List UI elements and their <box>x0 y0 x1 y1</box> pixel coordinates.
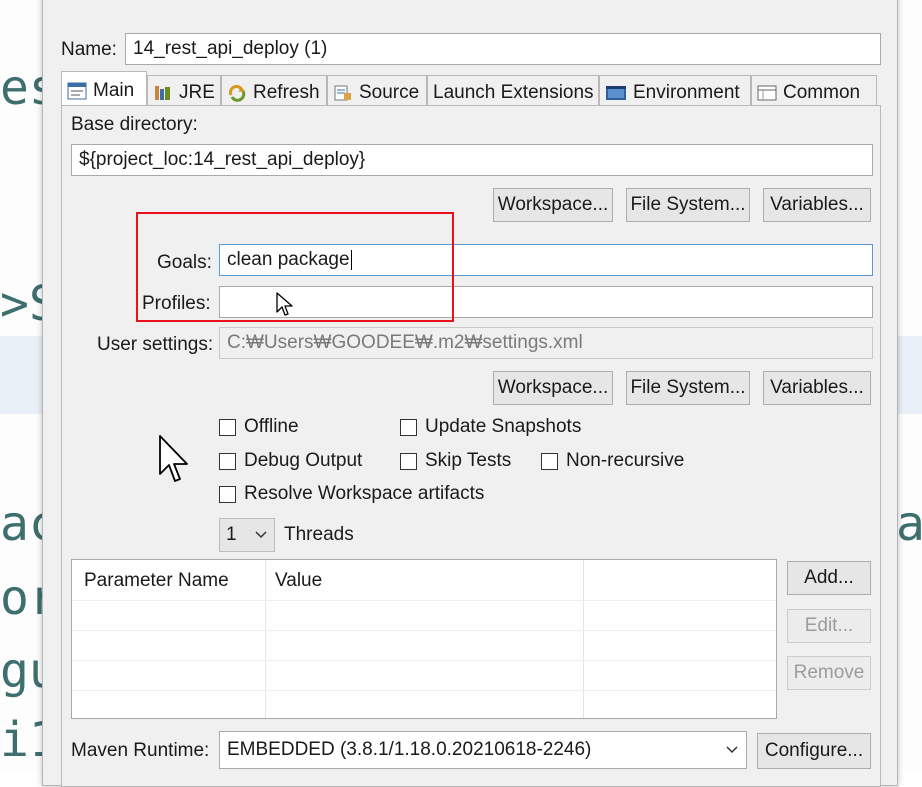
non-recursive-checkbox[interactable]: Non-recursive <box>541 450 684 472</box>
base-directory-label: Base directory: <box>71 114 198 135</box>
mouse-pointer-icon <box>276 292 293 316</box>
code-fragment: a <box>896 496 922 552</box>
column-header-value[interactable]: Value <box>275 570 322 592</box>
row-divider <box>72 660 776 661</box>
column-divider <box>265 560 266 718</box>
name-input[interactable]: 14_rest_api_deploy (1) <box>125 33 881 65</box>
main-tab-icon <box>67 82 87 100</box>
tab-launch-extensions[interactable]: Launch Extensions <box>427 75 599 109</box>
row-divider <box>72 630 776 631</box>
launch-configuration-dialog: Name: 14_rest_api_deploy (1) Main JRE Re… <box>42 0 898 787</box>
update-snapshots-checkbox[interactable]: Update Snapshots <box>400 416 581 438</box>
maven-runtime-value: EMBEDDED (3.8.1/1.18.0.20210618-2246) <box>227 739 592 760</box>
checkbox-box[interactable] <box>400 418 417 436</box>
user-settings-label: User settings: <box>97 334 214 355</box>
file-system-button[interactable]: File System... <box>626 188 750 222</box>
skip-tests-checkbox[interactable]: Skip Tests <box>400 450 511 472</box>
user-settings-input[interactable]: C:₩Users₩GOODEE₩.m2₩settings.xml <box>219 327 873 359</box>
jre-icon <box>153 84 173 102</box>
chevron-down-icon <box>726 746 738 754</box>
tab-bar: Main JRE Refresh Source Launch Extension… <box>61 71 877 109</box>
configure-button[interactable]: Configure... <box>757 733 871 769</box>
edit-parameter-button[interactable]: Edit... <box>787 609 871 643</box>
mouse-pointer-icon <box>159 435 188 482</box>
tab-main-label: Main <box>93 79 135 101</box>
variables-button[interactable]: Variables... <box>763 188 871 222</box>
tab-environment-label: Environment <box>633 81 740 103</box>
remove-parameter-button[interactable]: Remove <box>787 656 871 690</box>
tab-source-label: Source <box>359 81 420 103</box>
offline-label: Offline <box>244 416 299 437</box>
column-divider <box>583 560 584 718</box>
base-directory-input[interactable]: ${project_loc:14_rest_api_deploy} <box>71 144 873 176</box>
tab-environment[interactable]: Environment <box>599 75 751 109</box>
tab-jre-label: JRE <box>179 81 215 103</box>
checkbox-box[interactable] <box>219 485 236 503</box>
tab-source[interactable]: Source <box>327 75 427 109</box>
update-snapshots-label: Update Snapshots <box>425 416 582 437</box>
chevron-down-icon <box>255 531 267 539</box>
maven-runtime-label: Maven Runtime: <box>71 740 210 761</box>
workspace-button-settings[interactable]: Workspace... <box>493 371 613 405</box>
row-divider <box>72 690 776 691</box>
offline-checkbox[interactable]: Offline <box>219 416 299 438</box>
skip-tests-label: Skip Tests <box>425 450 512 471</box>
resolve-workspace-checkbox[interactable]: Resolve Workspace artifacts <box>219 483 484 505</box>
environment-icon <box>605 84 627 102</box>
workspace-button[interactable]: Workspace... <box>493 188 613 222</box>
tab-common[interactable]: Common <box>751 75 877 109</box>
checkbox-box[interactable] <box>541 452 558 470</box>
refresh-icon <box>227 84 247 102</box>
debug-output-checkbox[interactable]: Debug Output <box>219 450 362 472</box>
name-label: Name: <box>61 39 117 60</box>
non-recursive-label: Non-recursive <box>566 450 685 471</box>
parameter-table[interactable]: Parameter Name Value <box>71 559 777 719</box>
tab-main[interactable]: Main <box>61 71 147 109</box>
common-icon <box>757 84 777 102</box>
resolve-workspace-label: Resolve Workspace artifacts <box>244 483 485 504</box>
variables-button-settings[interactable]: Variables... <box>763 371 871 405</box>
threads-label: Threads <box>284 524 354 545</box>
threads-value: 1 <box>226 524 237 545</box>
highlight-box <box>136 212 454 322</box>
column-header-parameter-name[interactable]: Parameter Name <box>84 570 229 592</box>
debug-output-label: Debug Output <box>244 450 363 471</box>
tab-refresh-label: Refresh <box>253 81 320 103</box>
tab-refresh[interactable]: Refresh <box>221 75 327 109</box>
add-parameter-button[interactable]: Add... <box>787 561 871 595</box>
checkbox-box[interactable] <box>219 452 236 470</box>
maven-runtime-select[interactable]: EMBEDDED (3.8.1/1.18.0.20210618-2246) <box>219 731 747 769</box>
checkbox-box[interactable] <box>400 452 417 470</box>
checkbox-box[interactable] <box>219 418 236 436</box>
tab-common-label: Common <box>783 81 861 103</box>
source-icon <box>333 84 353 102</box>
threads-select[interactable]: 1 <box>219 518 275 552</box>
tab-launch-extensions-label: Launch Extensions <box>433 81 594 103</box>
file-system-button-settings[interactable]: File System... <box>626 371 750 405</box>
tab-jre[interactable]: JRE <box>147 75 221 109</box>
row-divider <box>72 600 776 601</box>
